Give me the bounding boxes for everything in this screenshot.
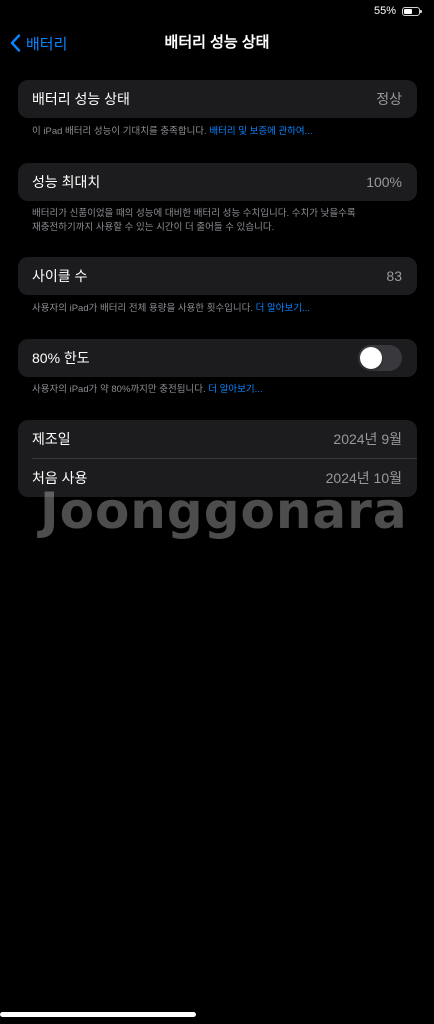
limit-80-learn-more-link[interactable]: 더 알아보기... xyxy=(208,384,262,395)
limit-80-footer: 사용자의 iPad가 약 80%까지만 충전됩니다. 더 알아보기... xyxy=(32,383,402,397)
cycle-count-footer: 사용자의 iPad가 배터리 전체 용량을 사용한 횟수입니다. 더 알아보기.… xyxy=(32,302,402,316)
max-capacity-group: 성능 최대치 100% xyxy=(18,163,417,201)
max-capacity-value: 100% xyxy=(366,174,402,190)
battery-health-footer: 이 iPad 배터리 성능이 기대치를 충족합니다. 배터리 및 보증에 관하여… xyxy=(32,125,402,139)
toggle-knob xyxy=(360,347,382,369)
limit-80-footer-text: 사용자의 iPad가 약 80%까지만 충전됩니다. xyxy=(32,384,209,395)
battery-level-fill xyxy=(404,8,412,14)
battery-health-label: 배터리 성능 상태 xyxy=(32,91,130,107)
max-capacity-label: 성능 최대치 xyxy=(32,174,101,190)
cycle-count-group: 사이클 수 83 xyxy=(18,257,417,295)
cycle-count-footer-text: 사용자의 iPad가 배터리 전체 용량을 사용한 횟수입니다. xyxy=(32,303,256,314)
battery-health-footer-text: 이 iPad 배터리 성능이 기대치를 충족합니다. xyxy=(32,126,210,137)
first-use-value: 2024년 10월 xyxy=(325,470,402,486)
max-capacity-row: 성능 최대치 100% xyxy=(18,163,417,201)
max-capacity-footer-line1: 배터리가 신품이었을 때의 성능에 대비한 배터리 성능 수치입니다. 수치가 … xyxy=(32,208,356,219)
battery-tip xyxy=(420,9,422,13)
manufacture-date-value: 2024년 9월 xyxy=(333,431,402,447)
battery-health-group: 배터리 성능 상태 정상 xyxy=(18,80,417,118)
page-title: 배터리 성능 상태 xyxy=(164,34,270,51)
cycle-count-label: 사이클 수 xyxy=(32,268,88,284)
battery-percent: 55% xyxy=(373,5,396,17)
navigation-bar: 배터리 배터리 성능 상태 xyxy=(0,28,434,58)
battery-icon xyxy=(402,6,422,16)
battery-health-value: 정상 xyxy=(376,91,402,107)
battery-health-row: 배터리 성능 상태 정상 xyxy=(18,80,417,118)
max-capacity-footer: 배터리가 신품이었을 때의 성능에 대비한 배터리 성능 수치입니다. 수치가 … xyxy=(32,207,402,235)
cycle-count-value: 83 xyxy=(386,268,402,284)
cycle-count-row: 사이클 수 83 xyxy=(18,257,417,295)
limit-80-row: 80% 한도 xyxy=(18,339,417,377)
battery-warranty-link[interactable]: 배터리 및 보증에 관하여... xyxy=(209,126,312,137)
home-indicator xyxy=(0,1012,196,1017)
status-bar: 55% xyxy=(373,0,422,22)
dates-group: 제조일 2024년 9월 처음 사용 2024년 10월 xyxy=(18,420,417,497)
limit-80-label: 80% 한도 xyxy=(32,350,90,366)
manufacture-date-row: 제조일 2024년 9월 xyxy=(18,420,417,458)
max-capacity-footer-line2: 재충전하기까지 사용할 수 있는 시간이 더 줄어들 수 있습니다. xyxy=(32,222,275,233)
limit-80-toggle[interactable] xyxy=(358,345,402,371)
limit-80-group: 80% 한도 xyxy=(18,339,417,377)
cycle-count-learn-more-link[interactable]: 더 알아보기... xyxy=(256,303,310,314)
first-use-row: 처음 사용 2024년 10월 xyxy=(18,459,417,497)
manufacture-date-label: 제조일 xyxy=(32,431,71,447)
first-use-label: 처음 사용 xyxy=(32,470,88,486)
